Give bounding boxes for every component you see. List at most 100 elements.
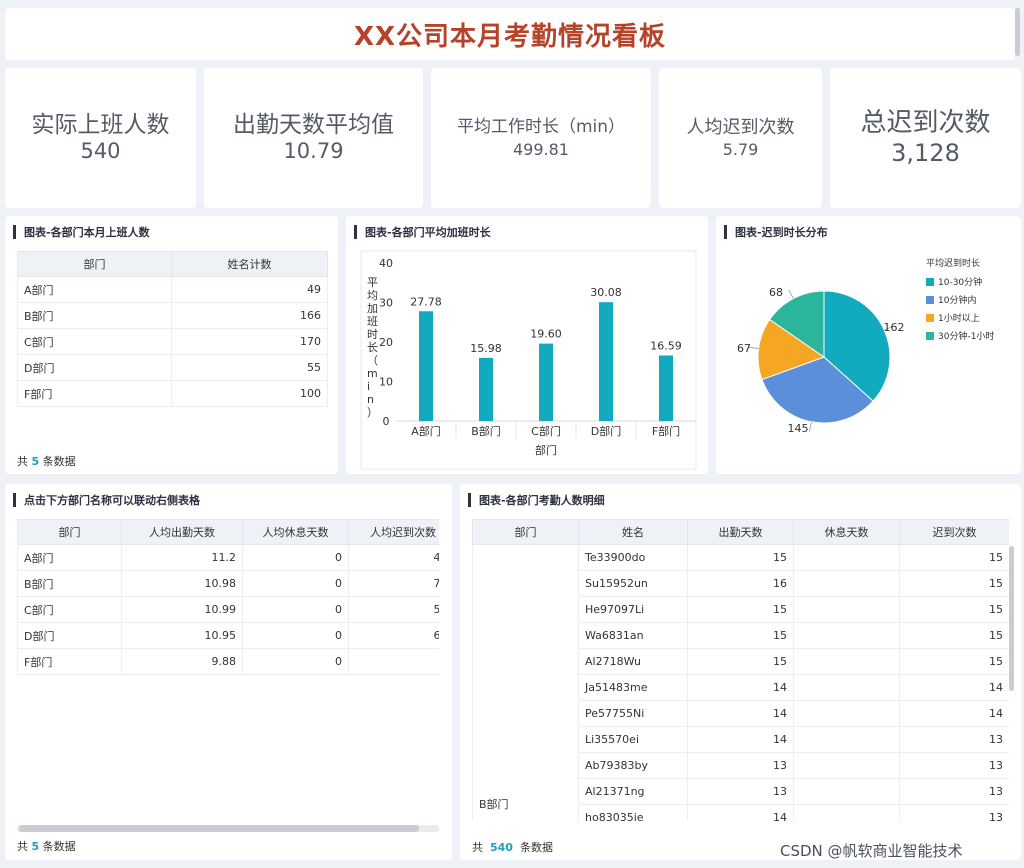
pie-value-label: 68 bbox=[769, 286, 783, 299]
kpi-value: 5.79 bbox=[722, 140, 759, 160]
detail-panel: 图表-各部门考勤人数明细 部门 姓名 出勤天数 休息天数 迟到次数 B部门 Te… bbox=[460, 484, 1021, 860]
y-axis-label: 平均加班时长（ m i n） bbox=[367, 276, 378, 419]
pie-leader-line bbox=[788, 289, 794, 299]
legend-item[interactable]: 1小时以上 bbox=[926, 311, 994, 324]
x-tick-label: D部门 bbox=[591, 424, 621, 438]
x-tick-label: F部门 bbox=[652, 424, 680, 438]
column-header[interactable]: 部门 bbox=[17, 519, 122, 545]
column-header[interactable]: 人均迟到次数 bbox=[348, 519, 439, 545]
dept-link-table: 部门 人均出勤天数 人均休息天数 人均迟到次数 A部门11.204.0 B部门1… bbox=[17, 519, 439, 675]
detail-table-viewport: 部门 姓名 出勤天数 休息天数 迟到次数 B部门 Te33900do 15 15 S… bbox=[472, 519, 1009, 821]
kpi-card-total-late: 总迟到次数 3,128 bbox=[830, 68, 1021, 208]
kpi-label: 总迟到次数 bbox=[860, 108, 991, 138]
kpi-label: 人均迟到次数 bbox=[686, 116, 795, 138]
y-tick-label: 40 bbox=[379, 257, 393, 270]
dept-link[interactable]: C部门 bbox=[17, 596, 122, 623]
column-header[interactable]: 迟到次数 bbox=[899, 519, 1009, 545]
column-header[interactable]: 人均出勤天数 bbox=[121, 519, 243, 545]
pie-legend: 平均迟到时长 10-30分钟 10分钟内 1小时以上 30分钟-1小时 bbox=[926, 256, 994, 347]
table-row[interactable]: B部门 Te33900do 15 15 bbox=[472, 544, 1009, 821]
bar bbox=[479, 357, 493, 421]
table-row[interactable]: F部门 100 bbox=[17, 380, 328, 407]
panel-title: 图表-各部门考勤人数明细 bbox=[468, 492, 605, 508]
bar-value-label: 30.08 bbox=[590, 286, 622, 299]
legend-item[interactable]: 10-30分钟 bbox=[926, 275, 994, 288]
kpi-card-avg-work: 平均工作时长（min） 499.81 bbox=[431, 68, 651, 208]
table-row[interactable]: D部门 55 bbox=[17, 354, 328, 381]
bar bbox=[659, 355, 673, 421]
overtime-chart-panel: 图表-各部门平均加班时长 0 10 20 30 40 平均加班时长（ m i n） 27.78 A部… bbox=[346, 216, 708, 474]
dept-link[interactable]: B部门 bbox=[17, 570, 122, 597]
table-footer: 共 5 条数据 bbox=[17, 455, 76, 468]
bar bbox=[599, 302, 613, 421]
bar bbox=[539, 343, 553, 421]
column-header[interactable]: 人均休息天数 bbox=[242, 519, 349, 545]
kpi-value: 540 bbox=[80, 139, 121, 164]
kpi-label: 实际上班人数 bbox=[31, 111, 170, 138]
table-row[interactable]: D部门10.9506.9 bbox=[17, 622, 439, 649]
column-header[interactable]: 休息天数 bbox=[793, 519, 900, 545]
table-row[interactable]: B部门 166 bbox=[17, 302, 328, 329]
panel-title: 点击下方部门名称可以联动右侧表格 bbox=[13, 492, 200, 508]
title-card: XX公司本月考勤情况看板 bbox=[5, 8, 1015, 60]
y-tick-label: 30 bbox=[379, 297, 393, 310]
bar-value-label: 15.98 bbox=[470, 342, 502, 355]
late-pie-chart: 162 145 67 68 bbox=[737, 286, 905, 435]
table-row[interactable]: A部门11.204.0 bbox=[17, 544, 439, 571]
dept-count-table: 部门 姓名计数 A部门 49 B部门 166 C部门 170 D部门 55 F部门 100 bbox=[17, 251, 328, 407]
pie-value-label: 67 bbox=[737, 342, 751, 355]
page-title: XX公司本月考勤情况看板 bbox=[353, 21, 667, 52]
column-header[interactable]: 部门 bbox=[472, 519, 579, 545]
page-scrollbar[interactable] bbox=[1015, 8, 1020, 56]
vertical-scrollbar[interactable] bbox=[1009, 546, 1014, 691]
kpi-value: 3,128 bbox=[891, 139, 960, 168]
table-row[interactable]: B部门10.9807.0 bbox=[17, 570, 439, 597]
table-footer: 共 540 条数据 bbox=[472, 841, 553, 854]
late-chart-panel: 图表-迟到时长分布 162 145 67 68 平均迟到时长 10-30分钟 10分钟… bbox=[716, 216, 1021, 474]
kpi-label: 出勤天数平均值 bbox=[233, 111, 394, 138]
kpi-label: 平均工作时长（min） bbox=[456, 117, 626, 138]
table-row[interactable]: A部门 49 bbox=[17, 276, 328, 303]
dept-link-panel: 点击下方部门名称可以联动右侧表格 部门 人均出勤天数 人均休息天数 人均迟到次数… bbox=[5, 484, 452, 860]
table-footer: 共 5 条数据 bbox=[17, 840, 76, 853]
bar-value-label: 19.60 bbox=[530, 328, 562, 341]
watermark: CSDN @帆软商业智能技术 bbox=[780, 842, 963, 860]
panel-title: 图表-各部门本月上班人数 bbox=[13, 224, 150, 240]
column-header[interactable]: 姓名 bbox=[578, 519, 688, 545]
table-row[interactable]: C部门10.9905.0 bbox=[17, 596, 439, 623]
kpi-value: 10.79 bbox=[283, 139, 344, 164]
dept-link-table-viewport: 部门 人均出勤天数 人均休息天数 人均迟到次数 A部门11.204.0 B部门1… bbox=[17, 519, 439, 675]
x-tick-label: A部门 bbox=[411, 424, 441, 438]
kpi-card-avg-late: 人均迟到次数 5.79 bbox=[659, 68, 822, 208]
bar bbox=[419, 311, 433, 421]
table-row[interactable]: C部门 170 bbox=[17, 328, 328, 355]
table-row[interactable]: F部门9.8805 bbox=[17, 648, 439, 675]
dept-link[interactable]: D部门 bbox=[17, 622, 122, 649]
pie-value-label: 145 bbox=[788, 422, 809, 435]
column-header[interactable]: 出勤天数 bbox=[687, 519, 794, 545]
x-tick-label: B部门 bbox=[471, 424, 501, 438]
x-tick-label: C部门 bbox=[531, 424, 561, 438]
pie-value-label: 162 bbox=[884, 321, 905, 334]
kpi-value: 499.81 bbox=[513, 139, 569, 159]
horizontal-scrollbar-thumb[interactable] bbox=[19, 825, 419, 832]
bar-value-label: 27.78 bbox=[410, 295, 442, 308]
dept-group-cell: B部门 bbox=[472, 544, 579, 821]
bar-value-label: 16.59 bbox=[650, 339, 682, 352]
kpi-card-attendance: 实际上班人数 540 bbox=[5, 68, 196, 208]
legend-item[interactable]: 10分钟内 bbox=[926, 293, 994, 306]
detail-table: 部门 姓名 出勤天数 休息天数 迟到次数 B部门 Te33900do 15 15 S… bbox=[472, 519, 1009, 821]
x-axis-label: 部门 bbox=[535, 443, 557, 457]
overtime-bar-chart: 0 10 20 30 40平均加班时长（ m i n ） 27.78 A部门 15.98 B部门 19.6… bbox=[360, 250, 697, 470]
legend-item[interactable]: 30分钟-1小时 bbox=[926, 329, 994, 342]
column-header[interactable]: 部门 bbox=[17, 251, 172, 277]
y-tick-label: 0 bbox=[383, 415, 390, 428]
dept-link[interactable]: A部门 bbox=[17, 544, 122, 571]
legend-title: 平均迟到时长 bbox=[926, 259, 981, 269]
pie-leader-line bbox=[809, 421, 812, 432]
column-header[interactable]: 姓名计数 bbox=[171, 251, 328, 277]
dept-link[interactable]: F部门 bbox=[17, 648, 122, 675]
dept-count-panel: 图表-各部门本月上班人数 部门 姓名计数 A部门 49 B部门 166 C部门 170… bbox=[5, 216, 338, 474]
y-tick-label: 10 bbox=[379, 376, 393, 389]
kpi-card-avg-days: 出勤天数平均值 10.79 bbox=[204, 68, 423, 208]
